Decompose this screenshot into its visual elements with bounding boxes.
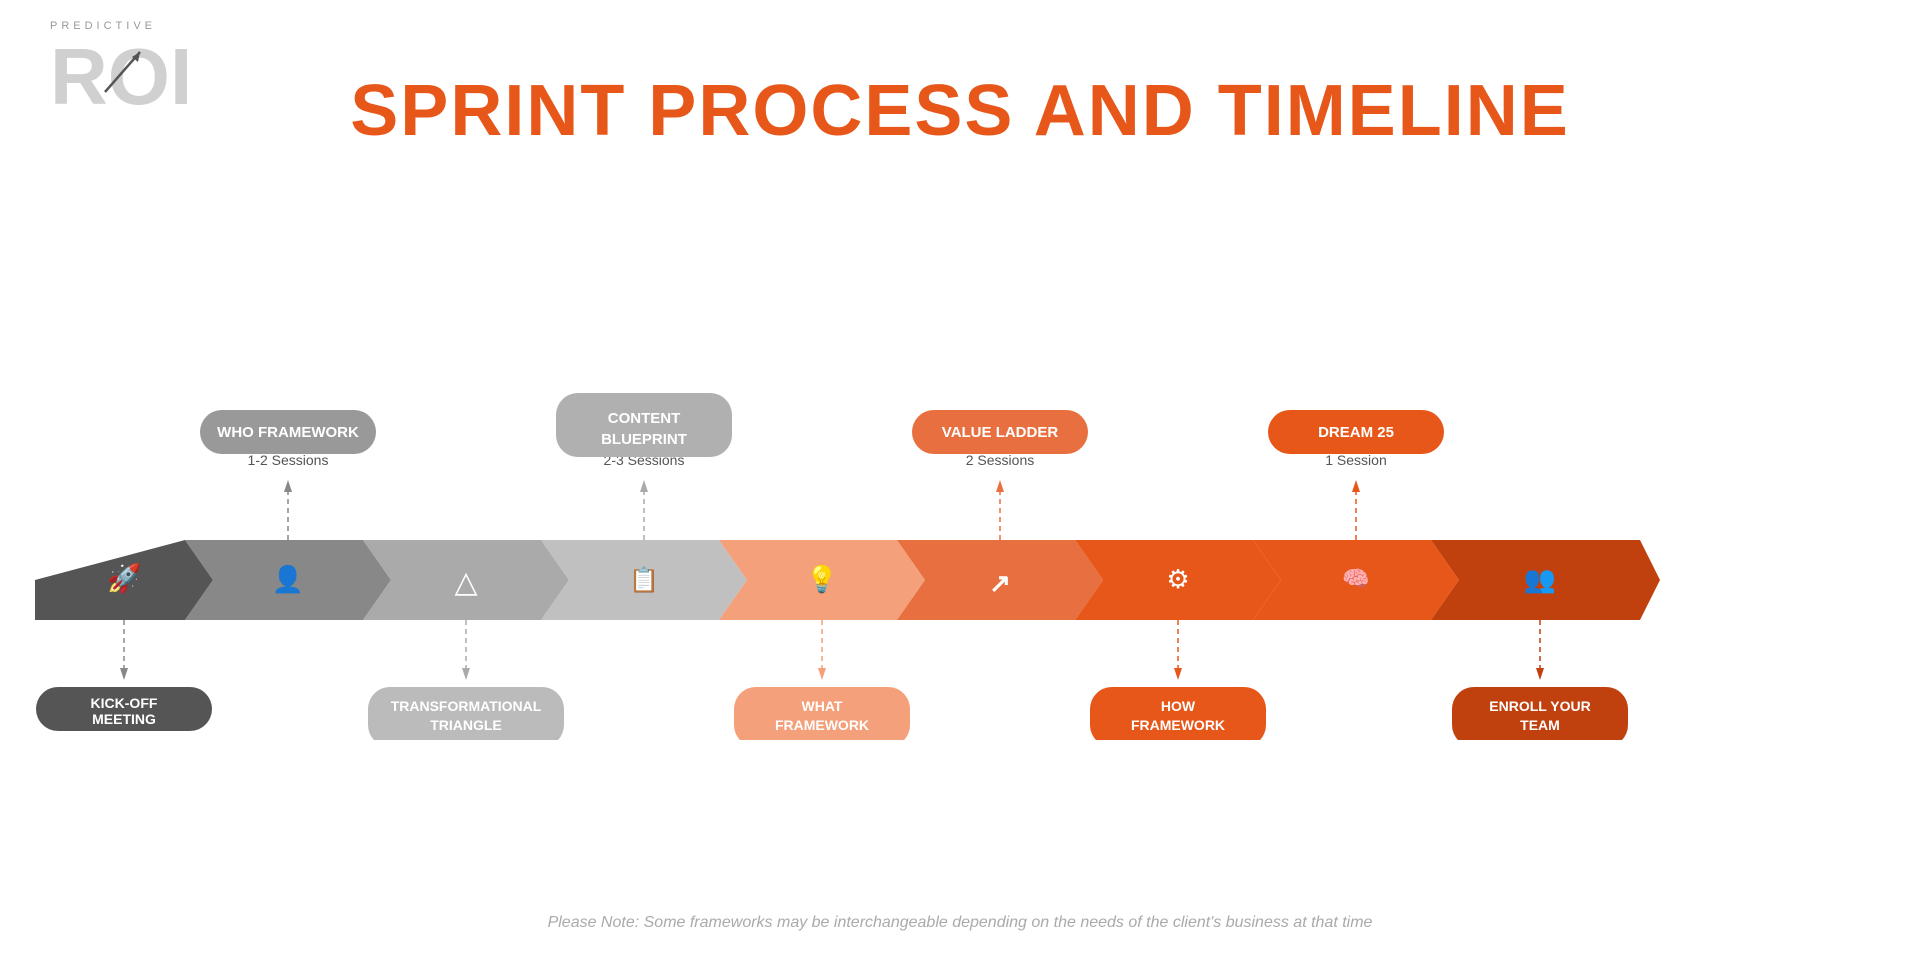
svg-text:MEETING: MEETING <box>92 711 156 727</box>
svg-text:DREAM 25: DREAM 25 <box>1318 424 1394 441</box>
svg-text:TRANSFORMATIONAL: TRANSFORMATIONAL <box>391 698 542 714</box>
svg-text:1-2 Sessions: 1-2 Sessions <box>248 452 329 468</box>
svg-text:1 Session: 1 Session <box>1325 452 1386 468</box>
svg-text:KICK-OFF: KICK-OFF <box>91 695 158 711</box>
svg-text:FRAMEWORK: FRAMEWORK <box>775 717 869 733</box>
svg-text:ENROLL YOUR: ENROLL YOUR <box>1489 698 1590 714</box>
svg-text:HOW: HOW <box>1161 698 1196 714</box>
svg-text:👤: 👤 <box>272 564 304 594</box>
logo-brand: PREDICTIVE <box>50 20 210 32</box>
svg-text:1 Session (3.5 hrs): 1 Session (3.5 hrs) <box>69 738 178 740</box>
svg-text:△: △ <box>454 566 477 599</box>
svg-text:🧠: 🧠 <box>1342 566 1369 591</box>
svg-text:TRIANGLE: TRIANGLE <box>430 717 502 733</box>
main-title: SPRINT PROCESS AND TIMELINE <box>0 0 1920 152</box>
svg-text:TEAM: TEAM <box>1520 717 1560 733</box>
svg-text:VALUE LADDER: VALUE LADDER <box>942 424 1059 441</box>
svg-text:CONTENT: CONTENT <box>608 410 681 427</box>
svg-text:2 Sessions: 2 Sessions <box>966 452 1034 468</box>
svg-text:↗: ↗ <box>989 568 1011 598</box>
svg-text:FRAMEWORK: FRAMEWORK <box>1131 717 1225 733</box>
timeline-diagram: 🚀 👤 △ 📋 💡 ↗ ⚙ 🧠 👥 1-2 Sessions WHO FRAME… <box>0 240 1920 740</box>
svg-text:👥: 👥 <box>1524 564 1556 594</box>
svg-text:WHO FRAMEWORK: WHO FRAMEWORK <box>217 424 359 441</box>
svg-text:WHAT: WHAT <box>802 698 843 714</box>
svg-text:💡: 💡 <box>806 564 838 594</box>
logo: PREDICTIVE ROI <box>50 20 210 117</box>
svg-text:BLUEPRINT: BLUEPRINT <box>601 431 687 448</box>
svg-text:⚙: ⚙ <box>1166 564 1189 594</box>
svg-text:🚀: 🚀 <box>107 562 142 595</box>
svg-text:📋: 📋 <box>629 566 659 594</box>
logo-roi: ROI <box>50 32 210 117</box>
bottom-note: Please Note: Some frameworks may be inte… <box>0 914 1920 932</box>
